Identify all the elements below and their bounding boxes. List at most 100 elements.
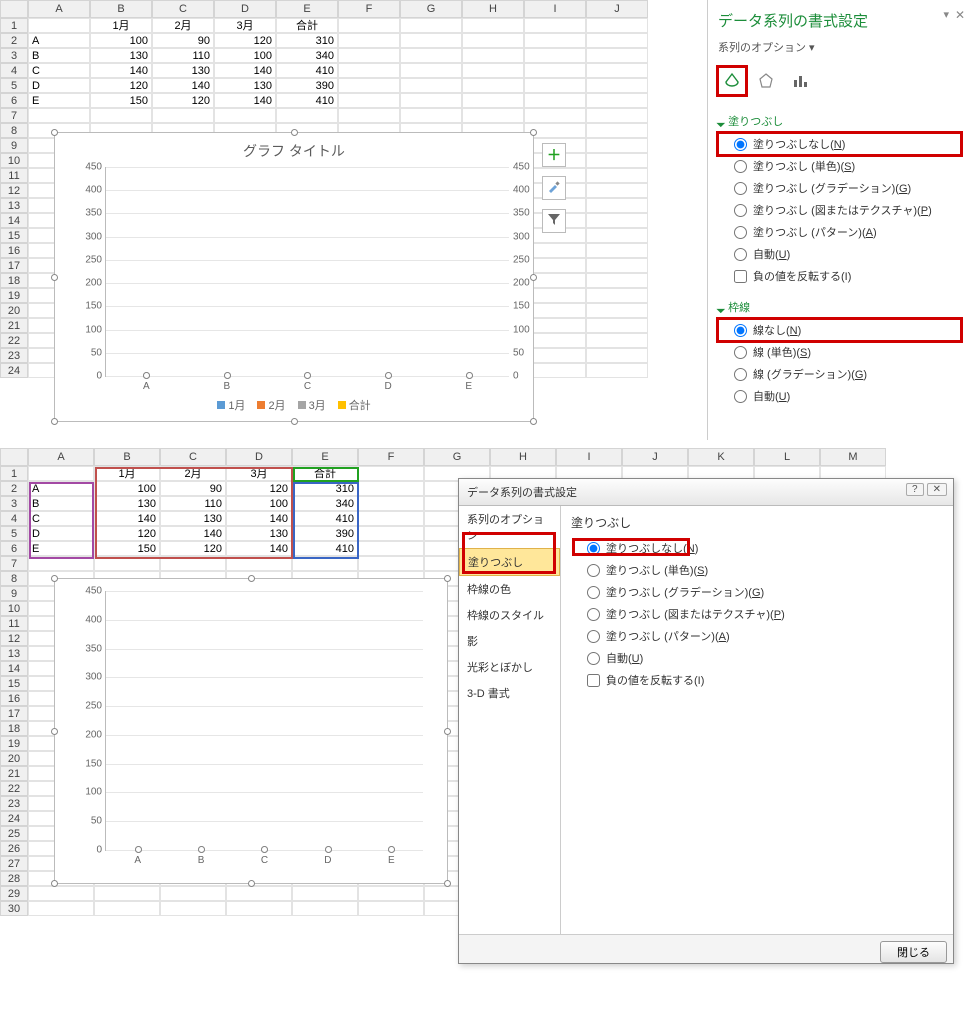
cell[interactable]: 110 (152, 48, 214, 63)
row-header[interactable]: 28 (0, 871, 28, 886)
fill-option[interactable]: 塗りつぶしなし(N) (718, 133, 961, 155)
cell[interactable] (214, 108, 276, 123)
cell[interactable] (462, 18, 524, 33)
fill-option[interactable]: 塗りつぶし (パターン)(A) (571, 625, 943, 647)
row-header[interactable]: 4 (0, 63, 28, 78)
cell[interactable]: 120 (90, 78, 152, 93)
cell[interactable] (226, 886, 292, 901)
row-header[interactable]: 6 (0, 93, 28, 108)
row-header[interactable]: 15 (0, 228, 28, 243)
cell[interactable]: 130 (160, 511, 226, 526)
row-header[interactable]: 17 (0, 706, 28, 721)
fill-option[interactable]: 塗りつぶし (図またはテクスチャ)(P) (571, 603, 943, 625)
cell[interactable]: 2月 (160, 466, 226, 481)
cell[interactable] (586, 78, 648, 93)
cell[interactable]: 150 (94, 541, 160, 556)
cell[interactable] (400, 78, 462, 93)
cell[interactable] (358, 511, 424, 526)
cell[interactable] (462, 108, 524, 123)
fill-option[interactable]: 塗りつぶし (単色)(S) (718, 155, 961, 177)
close-icon[interactable]: ✕ (955, 8, 965, 22)
cell[interactable] (586, 363, 648, 378)
cell[interactable] (462, 33, 524, 48)
fill-option[interactable]: 塗りつぶし (グラデーション)(G) (571, 581, 943, 603)
col-header[interactable]: C (152, 0, 214, 18)
cell[interactable]: 90 (152, 33, 214, 48)
row-header[interactable]: 1 (0, 466, 28, 481)
close-button[interactable]: 閉じる (880, 941, 947, 963)
cell[interactable]: 100 (94, 481, 160, 496)
row-header[interactable]: 19 (0, 288, 28, 303)
cell[interactable] (276, 108, 338, 123)
cell[interactable]: 120 (94, 526, 160, 541)
cell[interactable] (524, 33, 586, 48)
fill-option[interactable]: 塗りつぶし (単色)(S) (571, 559, 943, 581)
cell[interactable] (586, 318, 648, 333)
cell[interactable] (358, 466, 424, 481)
chart-filter-button[interactable] (542, 209, 566, 233)
cell[interactable] (226, 901, 292, 916)
row-header[interactable]: 21 (0, 318, 28, 333)
col-header[interactable]: F (358, 448, 424, 466)
dialog-nav-item[interactable]: 枠線の色 (459, 576, 560, 602)
row-header[interactable]: 13 (0, 646, 28, 661)
cell[interactable] (586, 213, 648, 228)
cell[interactable] (586, 63, 648, 78)
cell[interactable]: B (28, 496, 94, 511)
cell[interactable] (400, 18, 462, 33)
row-header[interactable]: 30 (0, 901, 28, 916)
cell[interactable] (358, 481, 424, 496)
cell[interactable] (586, 18, 648, 33)
dialog-nav-item[interactable]: 影 (459, 628, 560, 654)
series-options-dropdown[interactable]: 系列のオプション ▾ (718, 35, 961, 63)
cell[interactable]: 140 (226, 511, 292, 526)
cell[interactable]: A (28, 481, 94, 496)
cell[interactable] (28, 108, 90, 123)
dialog-nav-item[interactable]: 光彩とぼかし (459, 654, 560, 680)
cell[interactable]: 410 (292, 511, 358, 526)
dialog-nav-item[interactable]: 3-D 書式 (459, 680, 560, 706)
cell[interactable] (400, 48, 462, 63)
dialog-nav-item[interactable]: 塗りつぶし (459, 548, 560, 576)
series-options-tab[interactable] (786, 67, 814, 95)
row-header[interactable]: 2 (0, 33, 28, 48)
chart-plot[interactable]: 050100150200250300350400450ABCDE (105, 591, 423, 851)
cell[interactable]: 140 (94, 511, 160, 526)
col-header[interactable]: J (622, 448, 688, 466)
cell[interactable] (28, 466, 94, 481)
row-header[interactable]: 18 (0, 721, 28, 736)
cell[interactable]: 410 (276, 93, 338, 108)
cell[interactable] (28, 556, 94, 571)
row-header[interactable]: 10 (0, 601, 28, 616)
cell[interactable] (524, 63, 586, 78)
col-header[interactable]: D (214, 0, 276, 18)
cell[interactable] (358, 886, 424, 901)
cell[interactable] (586, 198, 648, 213)
row-header[interactable]: 8 (0, 571, 28, 586)
cell[interactable] (338, 18, 400, 33)
cell[interactable] (226, 556, 292, 571)
cell[interactable] (586, 288, 648, 303)
dialog-nav[interactable]: 系列のオプション塗りつぶし枠線の色枠線のスタイル影光彩とぼかし3-D 書式 (459, 506, 561, 934)
cell[interactable] (358, 526, 424, 541)
col-header[interactable]: H (490, 448, 556, 466)
row-header[interactable]: 3 (0, 496, 28, 511)
col-header[interactable]: A (28, 448, 94, 466)
cell[interactable]: 130 (226, 526, 292, 541)
row-header[interactable]: 12 (0, 631, 28, 646)
cell[interactable] (586, 93, 648, 108)
effects-tab[interactable] (752, 67, 780, 95)
cell[interactable]: 3月 (226, 466, 292, 481)
cell[interactable] (524, 108, 586, 123)
row-header[interactable]: 20 (0, 751, 28, 766)
cell[interactable] (462, 63, 524, 78)
row-header[interactable]: 5 (0, 526, 28, 541)
cell[interactable]: D (28, 78, 90, 93)
cell[interactable]: 150 (90, 93, 152, 108)
col-header[interactable]: G (424, 448, 490, 466)
cell[interactable] (358, 556, 424, 571)
dialog-nav-item[interactable]: 枠線のスタイル (459, 602, 560, 628)
dialog-nav-item[interactable]: 系列のオプション (459, 506, 560, 548)
cell[interactable] (586, 243, 648, 258)
row-header[interactable]: 24 (0, 363, 28, 378)
